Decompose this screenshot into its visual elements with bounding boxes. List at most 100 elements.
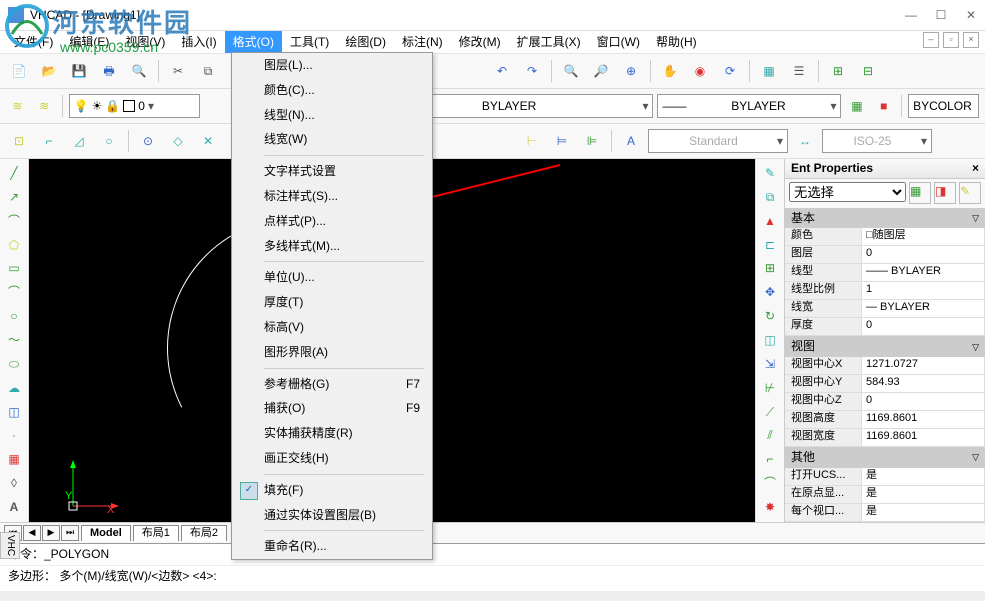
cut-icon[interactable]: ✂: [165, 58, 191, 84]
tab-model[interactable]: Model: [81, 525, 131, 541]
dropdown-item[interactable]: 通过实体设置图层(B): [232, 503, 432, 528]
tab-layout1[interactable]: 布局1: [133, 525, 179, 541]
move-icon[interactable]: ✥: [758, 282, 782, 303]
prop-row[interactable]: 厚度0: [785, 318, 985, 336]
bycolor-select[interactable]: BYCOLOR: [908, 94, 979, 118]
prop-row[interactable]: 颜色□随图层: [785, 228, 985, 246]
menu-help[interactable]: 帮助(H): [648, 32, 705, 53]
prop-group-header[interactable]: 基本▽: [785, 208, 985, 229]
mdi-close[interactable]: ×: [963, 32, 979, 48]
block-icon[interactable]: ◫: [2, 402, 26, 423]
orbit-icon[interactable]: ◉: [687, 58, 713, 84]
rotate-icon[interactable]: ↻: [758, 306, 782, 327]
mdi-minimize[interactable]: –: [923, 32, 939, 48]
dropdown-item[interactable]: 画正交线(H): [232, 446, 432, 471]
dim-icon[interactable]: ⊢: [519, 128, 545, 154]
tab-last-icon[interactable]: ⏭: [61, 525, 79, 541]
dim3-icon[interactable]: ⊫: [579, 128, 605, 154]
quick-select-icon[interactable]: ▦: [909, 182, 931, 204]
node-icon[interactable]: ⊙: [135, 128, 161, 154]
prop-row[interactable]: 视图中心Y584.93: [785, 375, 985, 393]
int-icon[interactable]: ✕: [195, 128, 221, 154]
prop-row[interactable]: 线型—— BYLAYER: [785, 264, 985, 282]
regen-icon[interactable]: ⟳: [717, 58, 743, 84]
dim-style-icon[interactable]: ↔: [792, 128, 818, 154]
midpoint-icon[interactable]: ◿: [66, 128, 92, 154]
tab-prev-icon[interactable]: ◀: [23, 525, 41, 541]
hatch-icon[interactable]: ▦: [2, 449, 26, 470]
layers-icon[interactable]: ≋: [6, 93, 29, 119]
circle-icon[interactable]: ○: [2, 306, 26, 327]
text-style-select[interactable]: Standard▾: [648, 129, 788, 153]
dropdown-item[interactable]: 捕获(O)F9: [232, 396, 432, 421]
props-close-icon[interactable]: ×: [972, 160, 979, 177]
stretch-icon[interactable]: ⇲: [758, 354, 782, 375]
dropdown-item[interactable]: 线宽(W): [232, 127, 432, 152]
menu-format[interactable]: 格式(O): [225, 31, 282, 54]
color-grid-icon[interactable]: ▦: [845, 93, 868, 119]
prop-row[interactable]: 视图中心Z0: [785, 393, 985, 411]
scale-icon[interactable]: ◫: [758, 330, 782, 351]
menu-draw[interactable]: 绘图(D): [337, 32, 394, 53]
prop-row[interactable]: 视图高度1169.8601: [785, 411, 985, 429]
prop-row[interactable]: 在原点显...是: [785, 486, 985, 504]
prop-group-header[interactable]: 其他▽: [785, 447, 985, 468]
lineweight-select[interactable]: ——BYLAYER▾: [657, 94, 841, 118]
prop-row[interactable]: 图层0: [785, 246, 985, 264]
color-btn-icon[interactable]: ■: [872, 93, 895, 119]
dropdown-item[interactable]: 图层(L)...: [232, 53, 432, 78]
mtext-icon[interactable]: A: [2, 497, 26, 518]
minimize-button[interactable]: —: [905, 9, 917, 21]
dropdown-item[interactable]: 颜色(C)...: [232, 78, 432, 103]
redo-icon[interactable]: ↷: [519, 58, 545, 84]
layer-mgr-icon[interactable]: ▦: [756, 58, 782, 84]
vp2-icon[interactable]: ⊟: [855, 58, 881, 84]
explode-icon[interactable]: ✸: [758, 497, 782, 518]
menu-ext[interactable]: 扩展工具(X): [509, 32, 589, 53]
quad-icon[interactable]: ◇: [165, 128, 191, 154]
menu-window[interactable]: 窗口(W): [589, 32, 648, 53]
erase-icon[interactable]: ✎: [758, 163, 782, 184]
tab-layout2[interactable]: 布局2: [181, 525, 227, 541]
prop-row[interactable]: 线型比例1: [785, 282, 985, 300]
spline-icon[interactable]: ～: [2, 330, 26, 351]
text-style-icon[interactable]: A: [618, 128, 644, 154]
menu-dim[interactable]: 标注(N): [394, 32, 451, 53]
tab-next-icon[interactable]: ▶: [42, 525, 60, 541]
mirror-icon[interactable]: ▲: [758, 211, 782, 232]
prop-row[interactable]: 线宽— BYLAYER: [785, 300, 985, 318]
pan-icon[interactable]: ✋: [657, 58, 683, 84]
ellipse-icon[interactable]: ⬭: [2, 354, 26, 375]
prop-row[interactable]: 视图宽度1169.8601: [785, 429, 985, 447]
trim-icon[interactable]: ⊬: [758, 378, 782, 399]
center-icon[interactable]: ○: [96, 128, 122, 154]
region-icon[interactable]: ◊: [2, 473, 26, 494]
break-icon[interactable]: ⫽: [758, 425, 782, 446]
dropdown-item[interactable]: 单位(U)...: [232, 265, 432, 290]
layerstate-icon[interactable]: ≋: [33, 93, 56, 119]
menu-tools[interactable]: 工具(T): [282, 32, 337, 53]
zoom-in-icon[interactable]: 🔍: [558, 58, 584, 84]
dim2-icon[interactable]: ⊨: [549, 128, 575, 154]
dropdown-item[interactable]: 文字样式设置: [232, 159, 432, 184]
menu-modify[interactable]: 修改(M): [451, 32, 509, 53]
chamfer-icon[interactable]: ⌐: [758, 449, 782, 470]
vp1-icon[interactable]: ⊞: [825, 58, 851, 84]
new-icon[interactable]: 📄: [6, 58, 32, 84]
zoom-out-icon[interactable]: 🔎: [588, 58, 614, 84]
offset-icon[interactable]: ⊏: [758, 235, 782, 256]
command-window[interactable]: 命令：_POLYGON 多边形： 多个(M)/线宽(W)/<边数> <4>:: [0, 543, 985, 592]
line-icon[interactable]: ╱: [2, 163, 26, 184]
prop-row[interactable]: 视图中心X1271.0727: [785, 357, 985, 375]
arc-icon[interactable]: ⌒: [2, 282, 26, 303]
open-icon[interactable]: 📂: [36, 58, 62, 84]
copy-icon[interactable]: ⧉: [195, 58, 221, 84]
copy2-icon[interactable]: ⧉: [758, 187, 782, 208]
cloud-icon[interactable]: ☁: [2, 378, 26, 399]
rect-icon[interactable]: ▭: [2, 258, 26, 279]
preview-icon[interactable]: 🔍: [126, 58, 152, 84]
zoom-ext-icon[interactable]: ⊕: [618, 58, 644, 84]
dim-style-select[interactable]: ISO-25▾: [822, 129, 932, 153]
layer-select[interactable]: 💡☀🔒 0 ▾: [69, 94, 201, 118]
pick-icon[interactable]: ✎: [959, 182, 981, 204]
